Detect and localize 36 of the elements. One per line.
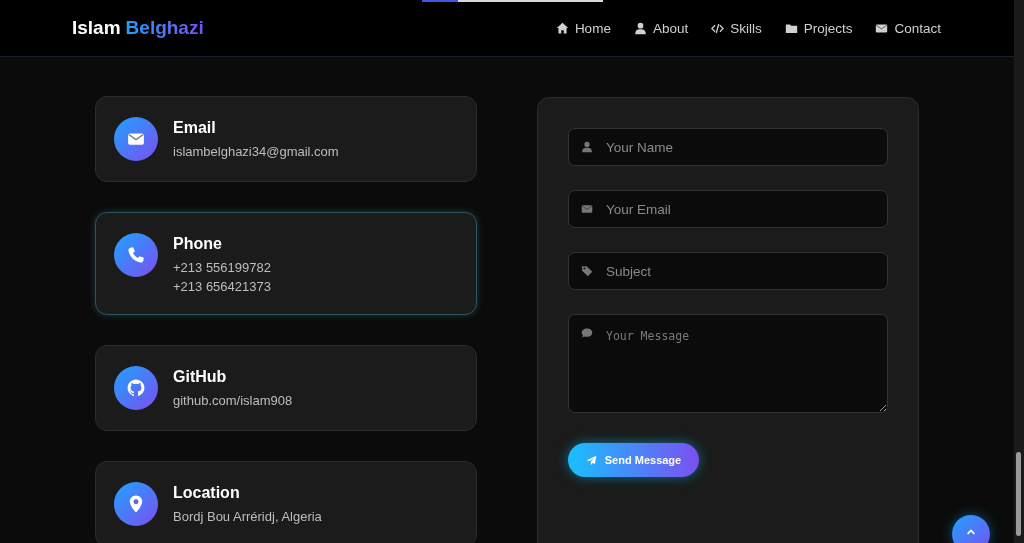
user-icon [581,141,593,153]
contact-detail: Bordj Bou Arréridj, Algeria [173,509,322,524]
envelope-icon [127,130,145,148]
input-field[interactable]: Your Name [568,128,888,166]
user-icon [633,21,647,35]
brand-name: Islam [72,17,121,39]
contact-title: Phone [173,235,223,253]
folder-icon [784,21,798,35]
input-field[interactable]: Your Email [568,190,888,228]
send-message-button[interactable]: Send Message [568,443,699,477]
tag-icon [581,265,593,277]
paper-plane-icon [585,454,597,466]
message-field[interactable]: Your Message [568,314,888,413]
contact-detail: +213 656421373 [173,279,271,294]
contact-detail: +213 556199782 [173,260,271,275]
contact-title: Email [173,119,217,137]
contact-title: GitHub [173,368,228,386]
home-icon [555,21,569,35]
nav-link[interactable]: About [633,20,689,36]
location-pin-icon [127,495,145,513]
phone-icon [127,246,145,264]
scrollbar[interactable] [1014,0,1024,543]
envelope-icon [581,203,593,215]
contact-detail: github.com/islam908 [173,393,293,408]
github-icon [127,379,145,397]
code-icon [711,21,725,35]
speech-bubble-icon [581,327,593,339]
contact-detail: islambelghazi34@gmail.com [173,144,339,159]
input-field[interactable]: Subject [568,252,888,290]
nav-link[interactable]: Skills [711,20,762,36]
contact-title: Location [173,484,241,502]
nav-link[interactable]: Home [555,20,611,36]
nav-link[interactable]: Projects [784,20,853,36]
envelope-icon [875,21,889,35]
nav-link[interactable]: Contact [875,20,941,36]
back-to-top-button[interactable] [952,515,990,543]
